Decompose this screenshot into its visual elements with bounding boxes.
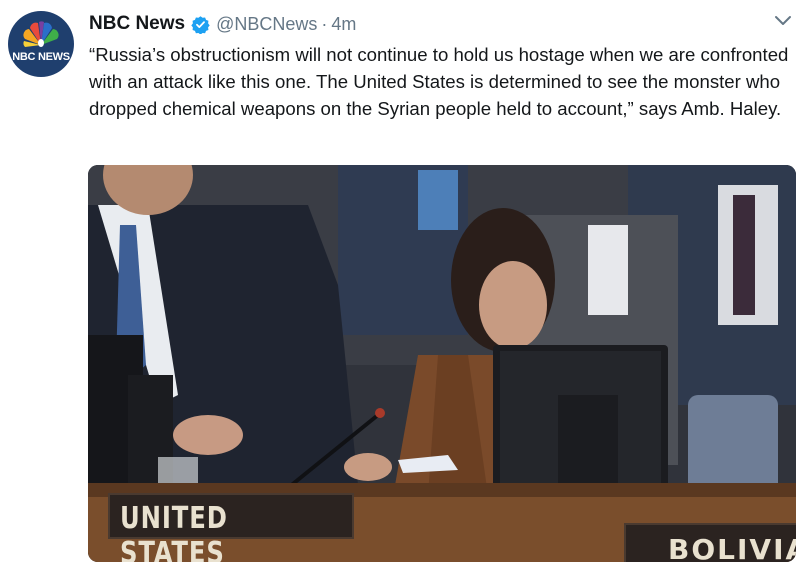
display-name[interactable]: NBC News	[89, 13, 185, 35]
placard-bolivia: BOLIVIA	[624, 523, 796, 562]
avatar-label: NBC NEWS	[12, 51, 70, 63]
nbc-peacock-icon	[23, 21, 59, 47]
timestamp[interactable]: 4m	[331, 14, 356, 35]
avatar[interactable]: NBC NEWS	[8, 11, 74, 77]
tweet-header: NBC News @NBCNews · 4m	[89, 11, 356, 37]
placard-united-states-label: UNITED STATES	[120, 501, 228, 562]
separator-dot: ·	[321, 13, 328, 34]
handle[interactable]: @NBCNews	[216, 14, 317, 35]
placard-united-states: UNITED STATES	[108, 493, 354, 562]
tweet-photo[interactable]: UNITED STATES BOLIVIA	[88, 165, 796, 562]
tweet-text: “Russia’s obstructionism will not contin…	[89, 44, 789, 119]
chevron-down-icon[interactable]	[774, 14, 792, 32]
verified-badge-icon	[191, 15, 210, 34]
placard-bolivia-label: BOLIVIA	[668, 533, 796, 562]
